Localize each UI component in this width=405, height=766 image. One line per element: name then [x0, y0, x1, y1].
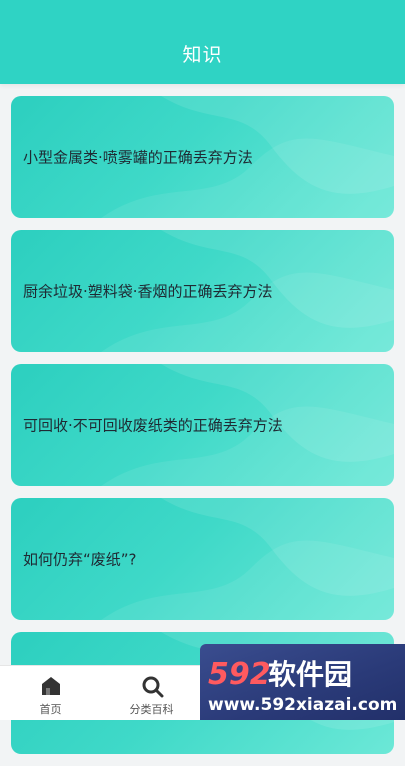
svg-text:www.592xiazai.com: www.592xiazai.com — [208, 695, 397, 715]
knowledge-card[interactable]: 可回收·不可回收废纸类的正确丢弃方法 — [11, 364, 394, 486]
tab-home-label: 首页 — [39, 703, 62, 716]
watermark-logo: 592 软件园 www.592xiazai.com — [208, 657, 397, 715]
tab-home[interactable]: 首页 — [0, 666, 101, 720]
knowledge-card-title: 小型金属类·喷雾罐的正确丢弃方法 — [23, 148, 253, 167]
svg-text:592: 592 — [208, 657, 271, 692]
top-header: 知识 — [0, 0, 405, 84]
home-icon — [41, 677, 60, 695]
tab-category-label: 分类百科 — [129, 703, 174, 716]
knowledge-card[interactable]: 小型金属类·喷雾罐的正确丢弃方法 — [11, 96, 394, 218]
knowledge-card[interactable]: 如何仍弃“废纸”? — [11, 498, 394, 620]
page-title: 知识 — [182, 44, 223, 66]
search-icon — [142, 676, 163, 698]
site-watermark: 592 软件园 www.592xiazai.com — [200, 644, 405, 720]
svg-text:软件园: 软件园 — [268, 658, 352, 691]
knowledge-card-title: 可回收·不可回收废纸类的正确丢弃方法 — [23, 416, 283, 435]
knowledge-card-title: 如何仍弃“废纸”? — [23, 550, 137, 569]
knowledge-card-title: 厨余垃圾·塑料袋·香烟的正确丢弃方法 — [23, 282, 273, 301]
tab-category[interactable]: 分类百科 — [101, 666, 202, 720]
knowledge-card[interactable]: 厨余垃圾·塑料袋·香烟的正确丢弃方法 — [11, 230, 394, 352]
